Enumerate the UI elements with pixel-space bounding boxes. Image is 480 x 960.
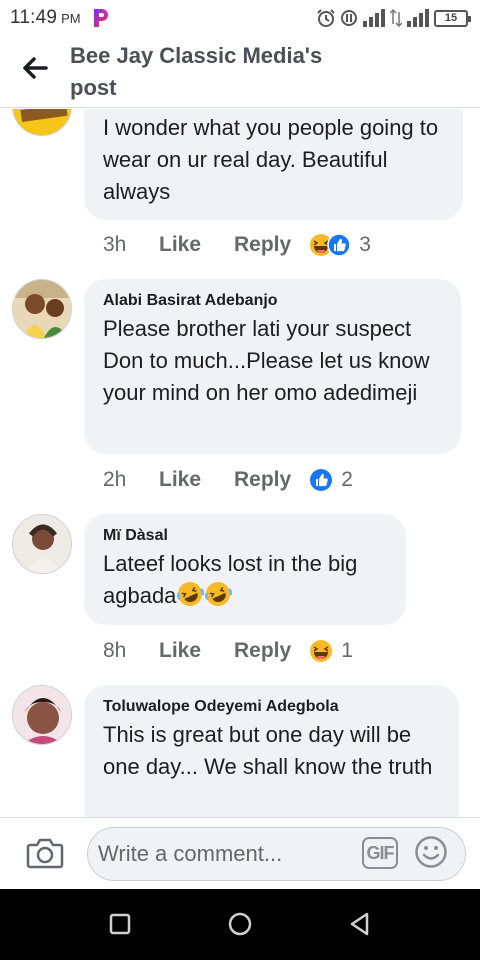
- smiley-icon: [415, 836, 447, 868]
- comments-list: I wonder what you people going to wear o…: [0, 109, 480, 817]
- data-arrows-icon: [390, 8, 402, 28]
- comment-actions: 3h Like Reply 3: [103, 230, 371, 260]
- avatar[interactable]: [12, 279, 72, 339]
- system-nav-bar: [0, 889, 480, 960]
- battery-indicator: 15: [434, 9, 471, 27]
- comment-bubble: Toluwalope Odeyemi Adegbola This is grea…: [84, 685, 459, 817]
- comment-text: Lateef looks lost in the big agbada: [103, 548, 386, 612]
- gif-button[interactable]: GIF: [362, 837, 398, 869]
- back-button[interactable]: [0, 36, 70, 100]
- avatar[interactable]: [12, 514, 72, 574]
- home-icon: [228, 912, 252, 936]
- rofl-emoji-icon: [205, 582, 233, 606]
- camera-icon: [26, 838, 64, 869]
- app-notification-icon: [91, 7, 111, 29]
- back-arrow-icon: [23, 57, 48, 79]
- post-header: Bee Jay Classic Media's post: [0, 36, 480, 108]
- reply-button[interactable]: Reply: [234, 468, 291, 492]
- comment-bubble: Alabi Basirat Adebanjo Please brother la…: [84, 279, 461, 454]
- status-bar: 11:49 PM 15: [0, 0, 480, 36]
- comment-composer: Write a comment... GIF: [0, 817, 480, 889]
- like-reaction-icon: [327, 233, 351, 257]
- comment-placeholder: Write a comment...: [98, 841, 283, 866]
- like-button[interactable]: Like: [159, 468, 234, 492]
- alarm-icon: [317, 9, 335, 27]
- recents-icon: [109, 913, 131, 935]
- laugh-reaction-icon: [310, 640, 333, 662]
- comment-time: 8h: [103, 639, 127, 662]
- camera-button[interactable]: [26, 836, 64, 870]
- comment-text: I wonder what you people going to wear o…: [103, 115, 439, 204]
- reply-button[interactable]: Reply: [234, 639, 291, 663]
- comment-input[interactable]: Write a comment... GIF: [87, 827, 466, 881]
- comment-bubble: Mï Dàsal Lateef looks lost in the big ag…: [84, 514, 406, 625]
- comment-author[interactable]: Alabi Basirat Adebanjo: [103, 291, 441, 311]
- like-reaction-icon: [310, 469, 333, 491]
- reply-button[interactable]: Reply: [234, 233, 291, 257]
- comment-text: This is great but one day will be one da…: [103, 722, 433, 779]
- avatar[interactable]: [12, 685, 72, 745]
- comment-text: Please brother lati your suspect Don to …: [103, 316, 430, 405]
- battery-level: 15: [444, 12, 458, 24]
- back-triangle-icon: [350, 912, 369, 936]
- reaction-summary[interactable]: 1: [309, 639, 353, 663]
- status-icons: 15: [316, 8, 471, 28]
- emoji-button[interactable]: [414, 835, 448, 869]
- reaction-count: 3: [359, 233, 371, 256]
- status-time: 11:49: [10, 7, 58, 28]
- page-title: Bee Jay Classic Media's post: [70, 43, 323, 100]
- comment-bubble: I wonder what you people going to wear o…: [84, 109, 463, 220]
- like-button[interactable]: Like: [159, 233, 234, 257]
- reaction-count: 1: [341, 639, 353, 662]
- back-nav-button[interactable]: [347, 911, 373, 937]
- comment-time: 3h: [103, 233, 127, 256]
- avatar[interactable]: [12, 109, 72, 136]
- recents-button[interactable]: [107, 911, 133, 937]
- signal-2-icon: [407, 9, 429, 27]
- comment-time: 2h: [103, 468, 127, 491]
- comment-actions: 8h Like Reply 1: [103, 636, 353, 666]
- reaction-summary[interactable]: 2: [309, 468, 353, 492]
- comment-author[interactable]: Mï Dàsal: [103, 526, 386, 546]
- status-ampm: PM: [61, 10, 81, 26]
- comment-actions: 2h Like Reply 2: [103, 465, 353, 495]
- home-button[interactable]: [227, 911, 253, 937]
- reaction-count: 2: [341, 468, 353, 491]
- reaction-summary[interactable]: 3: [309, 233, 371, 257]
- rofl-emoji-icon: [177, 582, 205, 606]
- comment-author[interactable]: Toluwalope Odeyemi Adegbola: [103, 697, 439, 717]
- data-saver-icon: [341, 10, 357, 26]
- signal-icon: [363, 9, 385, 27]
- like-button[interactable]: Like: [159, 639, 234, 663]
